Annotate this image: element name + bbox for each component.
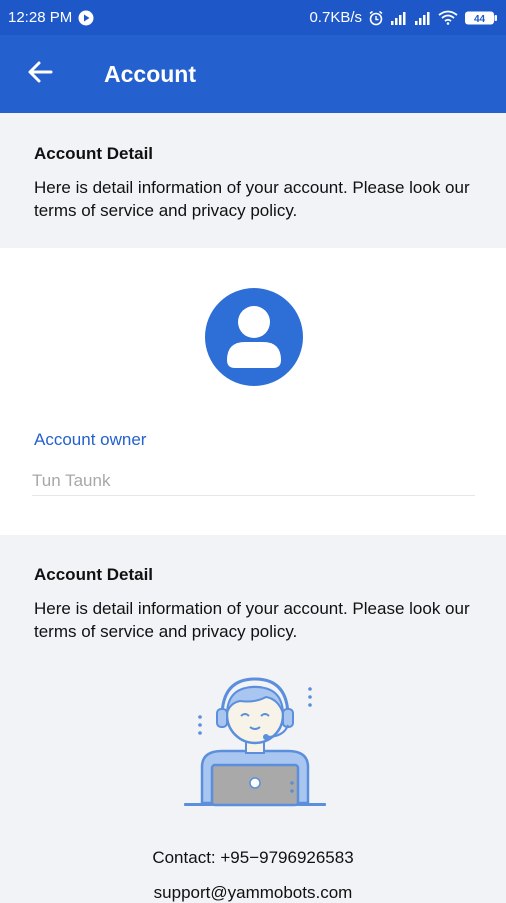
status-bar-left: 12:28 PM [8,9,94,26]
play-circle-icon [78,10,94,26]
wifi-icon [438,10,458,25]
page-title: Account [104,60,196,87]
account-detail-text: Here is detail information of your accou… [34,178,470,220]
status-bar: 12:28 PM 0.7KB/s 44 [0,0,506,35]
signal-icon [390,11,408,25]
battery-icon: 44 [464,10,498,26]
account-detail-section: Account Detail Here is detail informatio… [0,113,506,248]
signal-icon [414,11,432,25]
account-circle-icon [205,288,303,386]
account-owner-section: Account owner [0,248,506,535]
status-bar-right: 0.7KB/s 44 [309,9,498,26]
battery-level: 44 [474,14,486,25]
account-detail-text: Here is detail information of your accou… [34,599,470,641]
app-bar: Account [0,35,506,113]
status-speed: 0.7KB/s [309,9,362,26]
contact-phone[interactable]: Contact: +95−9796926583 [0,848,506,868]
support-section: Account Detail Here is detail informatio… [0,535,506,903]
account-owner-field[interactable] [32,466,475,496]
alarm-icon [368,10,384,26]
account-detail-title: Account Detail [34,565,154,584]
customer-support-icon [180,667,330,815]
account-owner-label: Account owner [34,430,147,449]
account-detail-title: Account Detail [34,144,154,163]
arrow-left-icon [27,60,53,89]
status-time: 12:28 PM [8,9,73,26]
contact-email[interactable]: support@yammobots.com [0,883,506,903]
back-button[interactable] [0,35,80,113]
